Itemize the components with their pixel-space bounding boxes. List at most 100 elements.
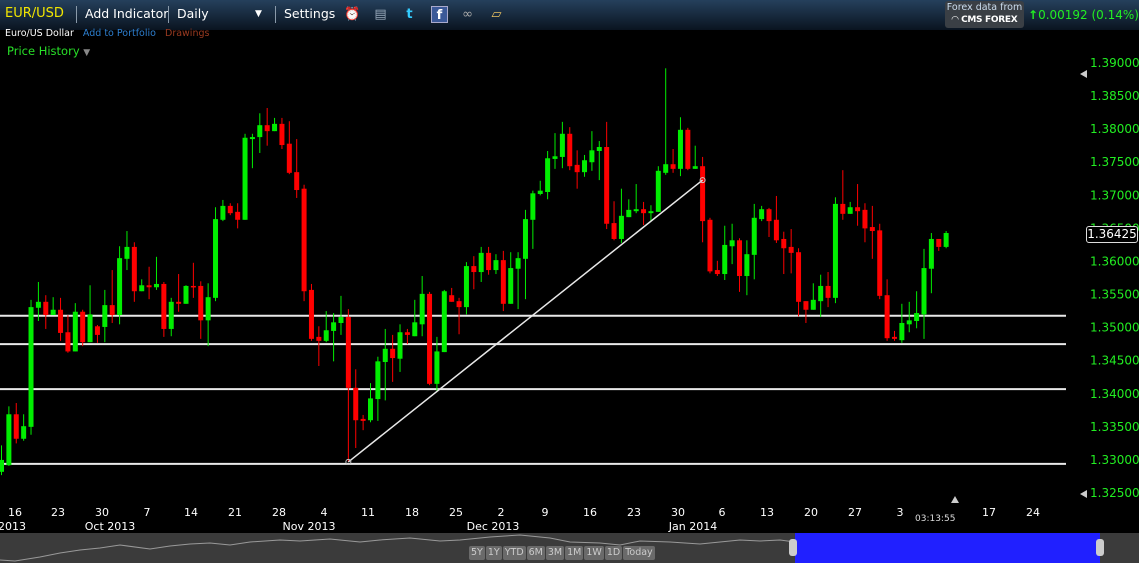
candle [205, 283, 211, 347]
navigator-right-handle[interactable] [1096, 539, 1104, 556]
candle [272, 117, 278, 132]
candle [124, 231, 130, 271]
candle [331, 313, 337, 362]
candle [522, 209, 528, 300]
scroll-left-icon[interactable] [1080, 70, 1087, 78]
candle [294, 139, 300, 198]
candle [877, 223, 883, 300]
candle [412, 299, 418, 337]
candle-body [936, 238, 942, 247]
candle [582, 154, 588, 177]
candle [840, 170, 846, 220]
candle-body [419, 293, 425, 325]
candle-body [183, 285, 189, 304]
candle [161, 281, 167, 337]
x-tick-label: 24 [1026, 506, 1040, 519]
range-button-1m[interactable]: 1M [565, 546, 584, 560]
candle-body [663, 164, 669, 173]
y-tick-label: 1.35000 [1090, 321, 1139, 335]
candle [641, 201, 647, 226]
candle-body [28, 307, 34, 427]
candle [43, 295, 49, 329]
candle [611, 201, 617, 241]
candle [559, 121, 565, 169]
candle [486, 246, 492, 275]
candle-body [877, 230, 883, 296]
month-label: 2013 [0, 520, 26, 533]
candle [190, 262, 196, 298]
candle-body [928, 238, 934, 269]
range-button-1y[interactable]: 1Y [485, 546, 502, 560]
candle-body [117, 258, 123, 316]
range-button-6m[interactable]: 6M [526, 546, 545, 560]
candle-body [545, 158, 551, 192]
candle-body [331, 322, 337, 331]
candle [729, 223, 735, 265]
candle [213, 207, 219, 302]
triangle-marker-icon[interactable] [951, 496, 959, 503]
candle [279, 117, 285, 149]
candle-body [220, 205, 226, 220]
candle [818, 274, 824, 318]
candle-body [35, 301, 41, 308]
candle [884, 279, 890, 341]
candle-body [796, 252, 802, 302]
range-button-1d[interactable]: 1D [604, 546, 623, 560]
candle [286, 121, 292, 175]
candle [618, 188, 624, 243]
range-button-ytd[interactable]: YTD [502, 546, 526, 560]
candle [773, 195, 779, 243]
candle-body [213, 219, 219, 298]
candle-body [611, 223, 617, 239]
candle [316, 326, 322, 366]
candle [58, 297, 64, 341]
candle [6, 406, 12, 466]
navigator-left-handle[interactable] [789, 539, 797, 556]
candle [781, 231, 787, 275]
x-tick-label: 13 [760, 506, 774, 519]
candle [220, 199, 226, 222]
candle [308, 283, 314, 341]
candle-body [227, 205, 233, 214]
candle-body [257, 125, 263, 138]
scroll-left-icon[interactable] [1080, 490, 1087, 498]
range-button-3m[interactable]: 3M [545, 546, 565, 560]
candle [825, 272, 831, 308]
candle [567, 127, 573, 171]
candle-body [596, 147, 602, 151]
candle [796, 248, 802, 317]
y-tick-label: 1.37000 [1090, 188, 1139, 202]
candle-body [294, 172, 300, 191]
candle-body [899, 322, 905, 341]
candle-body [677, 129, 683, 169]
candle-body [235, 211, 241, 220]
candle [441, 289, 447, 353]
candle [13, 403, 19, 444]
candle [109, 270, 115, 323]
candle [663, 68, 669, 175]
candle-body [486, 252, 492, 271]
candle [906, 301, 912, 333]
candle [345, 309, 351, 462]
candle-body [87, 314, 93, 343]
navigator-selection[interactable] [795, 533, 1100, 563]
candle [471, 256, 477, 290]
candle-body [604, 147, 610, 224]
candle-body [855, 207, 861, 212]
candle-body [463, 266, 469, 308]
candle-body [906, 320, 912, 325]
candle [227, 203, 233, 216]
price-chart[interactable]: 1.390001.385001.380001.375001.370001.365… [0, 0, 1139, 533]
candle-body [139, 285, 145, 292]
range-button-today[interactable]: Today [623, 546, 655, 560]
candle [936, 238, 942, 251]
candle-body [50, 309, 56, 316]
candle [360, 414, 366, 431]
range-button-5y[interactable]: 5Y [469, 546, 485, 560]
range-button-1w[interactable]: 1W [584, 546, 604, 560]
candle-body [737, 240, 742, 277]
month-label: Dec 2013 [467, 520, 520, 533]
candle-body [803, 301, 809, 310]
candle-body [13, 414, 19, 439]
candle [921, 248, 927, 339]
